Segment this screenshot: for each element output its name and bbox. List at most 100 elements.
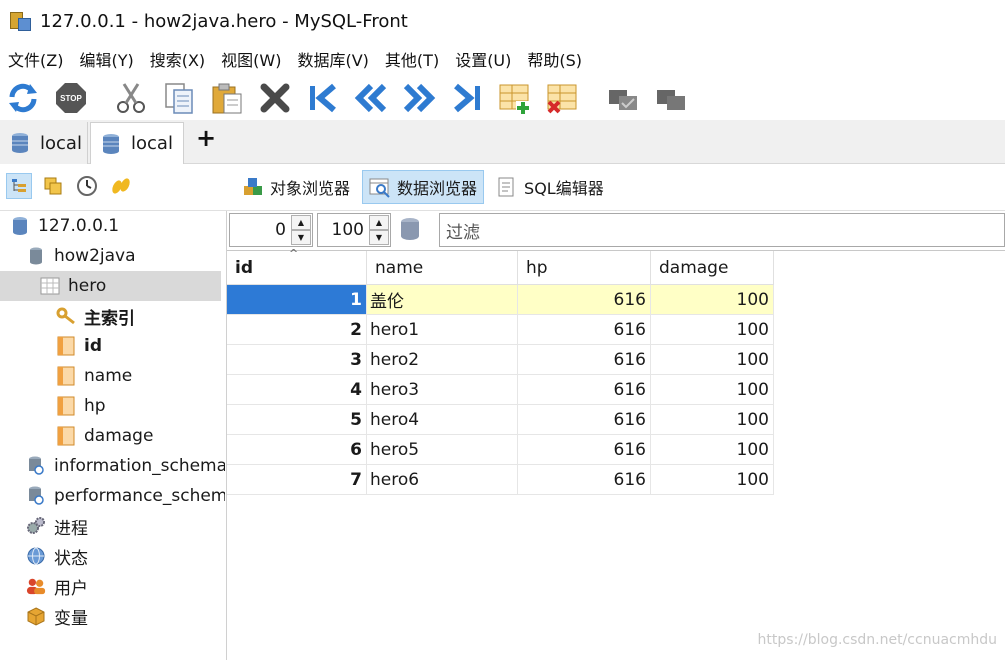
column-header-hp[interactable]: hp — [518, 251, 651, 285]
menu-search[interactable]: 搜索(X) — [146, 47, 217, 71]
add-tab-button[interactable]: + — [196, 124, 216, 152]
menu-other[interactable]: 其他(T) — [381, 47, 451, 71]
cell-hp[interactable]: 616 — [518, 315, 651, 345]
offset-up-arrow-icon[interactable]: ▲ — [291, 215, 311, 230]
tree-item-users[interactable]: 用户 — [26, 571, 225, 601]
history-button[interactable] — [74, 173, 100, 199]
stop-button[interactable]: STOP — [52, 79, 90, 117]
watermark: https://blog.csdn.net/ccnuacmhdu — [757, 632, 997, 648]
cell-hp[interactable]: 616 — [518, 435, 651, 465]
tree-item-table[interactable]: hero — [0, 271, 221, 301]
filter-input[interactable]: 过滤 — [439, 213, 1005, 247]
tree-item-field-name[interactable]: name — [56, 361, 225, 391]
cell-damage[interactable]: 100 — [651, 465, 774, 495]
tab-sql-editor[interactable]: SQL编辑器 — [490, 170, 610, 204]
table-row[interactable]: 1 盖伦 616 100 — [227, 285, 774, 315]
tab-local-2[interactable]: local — [90, 122, 184, 164]
cell-name[interactable]: hero2 — [367, 345, 518, 375]
tree-item-performance-schema[interactable]: performance_schema — [26, 481, 225, 511]
column-header-name[interactable]: name — [367, 251, 518, 285]
menu-file[interactable]: 文件(Z) — [4, 47, 75, 71]
delete-record-button[interactable] — [544, 79, 582, 117]
cell-name[interactable]: hero6 — [367, 465, 518, 495]
cell-hp[interactable]: 616 — [518, 405, 651, 435]
tree-item-variables[interactable]: 变量 — [26, 601, 225, 631]
table-row[interactable]: 2 hero1 616 100 — [227, 315, 774, 345]
menu-database[interactable]: 数据库(V) — [293, 47, 380, 71]
cell-damage[interactable]: 100 — [651, 405, 774, 435]
cell-id[interactable]: 3 — [227, 345, 367, 375]
cell-name[interactable]: hero3 — [367, 375, 518, 405]
cell-id[interactable]: 6 — [227, 435, 367, 465]
cell-damage[interactable]: 100 — [651, 345, 774, 375]
limit-down-arrow-icon[interactable]: ▼ — [369, 230, 389, 245]
next-record-button[interactable] — [400, 79, 438, 117]
cut-button[interactable] — [112, 79, 150, 117]
last-record-button[interactable] — [448, 79, 486, 117]
field-icon — [56, 366, 76, 386]
bookmarks-button[interactable] — [40, 173, 66, 199]
svg-text:STOP: STOP — [60, 94, 82, 103]
tree-item-host[interactable]: 127.0.0.1 — [10, 211, 225, 241]
menu-settings[interactable]: 设置(U) — [451, 47, 523, 71]
bookmark-icon — [44, 177, 62, 195]
cell-hp[interactable]: 616 — [518, 375, 651, 405]
sql-history-button[interactable] — [108, 173, 134, 199]
first-record-button[interactable] — [304, 79, 342, 117]
menu-view[interactable]: 视图(W) — [217, 47, 293, 71]
offset-spinner[interactable]: 0 ▲ ▼ — [229, 213, 313, 247]
previous-record-button[interactable] — [352, 79, 390, 117]
database-filter-icon — [401, 218, 419, 240]
tree-item-processes[interactable]: 进程 — [26, 511, 225, 541]
cell-damage[interactable]: 100 — [651, 315, 774, 345]
tree-item-field-hp[interactable]: hp — [56, 391, 225, 421]
tree-view-button[interactable] — [6, 173, 32, 199]
cell-name[interactable]: hero5 — [367, 435, 518, 465]
refresh-icon — [9, 83, 37, 113]
tree-item-information-schema[interactable]: information_schema — [26, 451, 225, 481]
commit-button[interactable] — [604, 79, 642, 117]
cell-id[interactable]: 4 — [227, 375, 367, 405]
tree-item-primary-index[interactable]: 主索引 — [56, 301, 225, 331]
tree-item-field-damage[interactable]: damage — [56, 421, 225, 451]
menu-help[interactable]: 帮助(S) — [523, 47, 594, 71]
cell-id[interactable]: 5 — [227, 405, 367, 435]
cell-hp[interactable]: 616 — [518, 285, 651, 315]
table-row[interactable]: 6 hero5 616 100 — [227, 435, 774, 465]
table-row[interactable]: 7 hero6 616 100 — [227, 465, 774, 495]
rollback-button[interactable] — [652, 79, 690, 117]
delete-button[interactable] — [256, 79, 294, 117]
tab-local-1[interactable]: local — [0, 122, 88, 164]
paste-button[interactable] — [208, 79, 246, 117]
tree-item-database[interactable]: how2java — [26, 241, 225, 271]
cell-name[interactable]: hero1 — [367, 315, 518, 345]
tree-item-field-id[interactable]: id — [56, 331, 225, 361]
insert-record-button[interactable] — [496, 79, 534, 117]
column-header-damage[interactable]: damage — [651, 251, 774, 285]
limit-spinner[interactable]: 100 ▲ ▼ — [317, 213, 391, 247]
cell-damage[interactable]: 100 — [651, 285, 774, 315]
table-row[interactable]: 4 hero3 616 100 — [227, 375, 774, 405]
cell-damage[interactable]: 100 — [651, 375, 774, 405]
limit-up-arrow-icon[interactable]: ▲ — [369, 215, 389, 230]
field-icon — [56, 396, 76, 416]
tab-data-browser[interactable]: 数据浏览器 — [362, 170, 485, 204]
cell-hp[interactable]: 616 — [518, 465, 651, 495]
cell-id[interactable]: 1 — [227, 285, 367, 315]
cell-id[interactable]: 7 — [227, 465, 367, 495]
copy-button[interactable] — [160, 79, 198, 117]
cell-name[interactable]: 盖伦 — [367, 285, 518, 315]
column-header-id[interactable]: ^ id — [227, 247, 367, 285]
limit-toggle-button[interactable] — [399, 217, 421, 243]
cell-id[interactable]: 2 — [227, 315, 367, 345]
cell-name[interactable]: hero4 — [367, 405, 518, 435]
tree-item-status[interactable]: 状态 — [26, 541, 225, 571]
table-row[interactable]: 3 hero2 616 100 — [227, 345, 774, 375]
cell-hp[interactable]: 616 — [518, 345, 651, 375]
offset-down-arrow-icon[interactable]: ▼ — [291, 230, 311, 245]
table-row[interactable]: 5 hero4 616 100 — [227, 405, 774, 435]
menu-edit[interactable]: 编辑(Y) — [75, 47, 145, 71]
refresh-button[interactable] — [4, 79, 42, 117]
tab-object-browser[interactable]: 对象浏览器 — [236, 170, 356, 204]
cell-damage[interactable]: 100 — [651, 435, 774, 465]
